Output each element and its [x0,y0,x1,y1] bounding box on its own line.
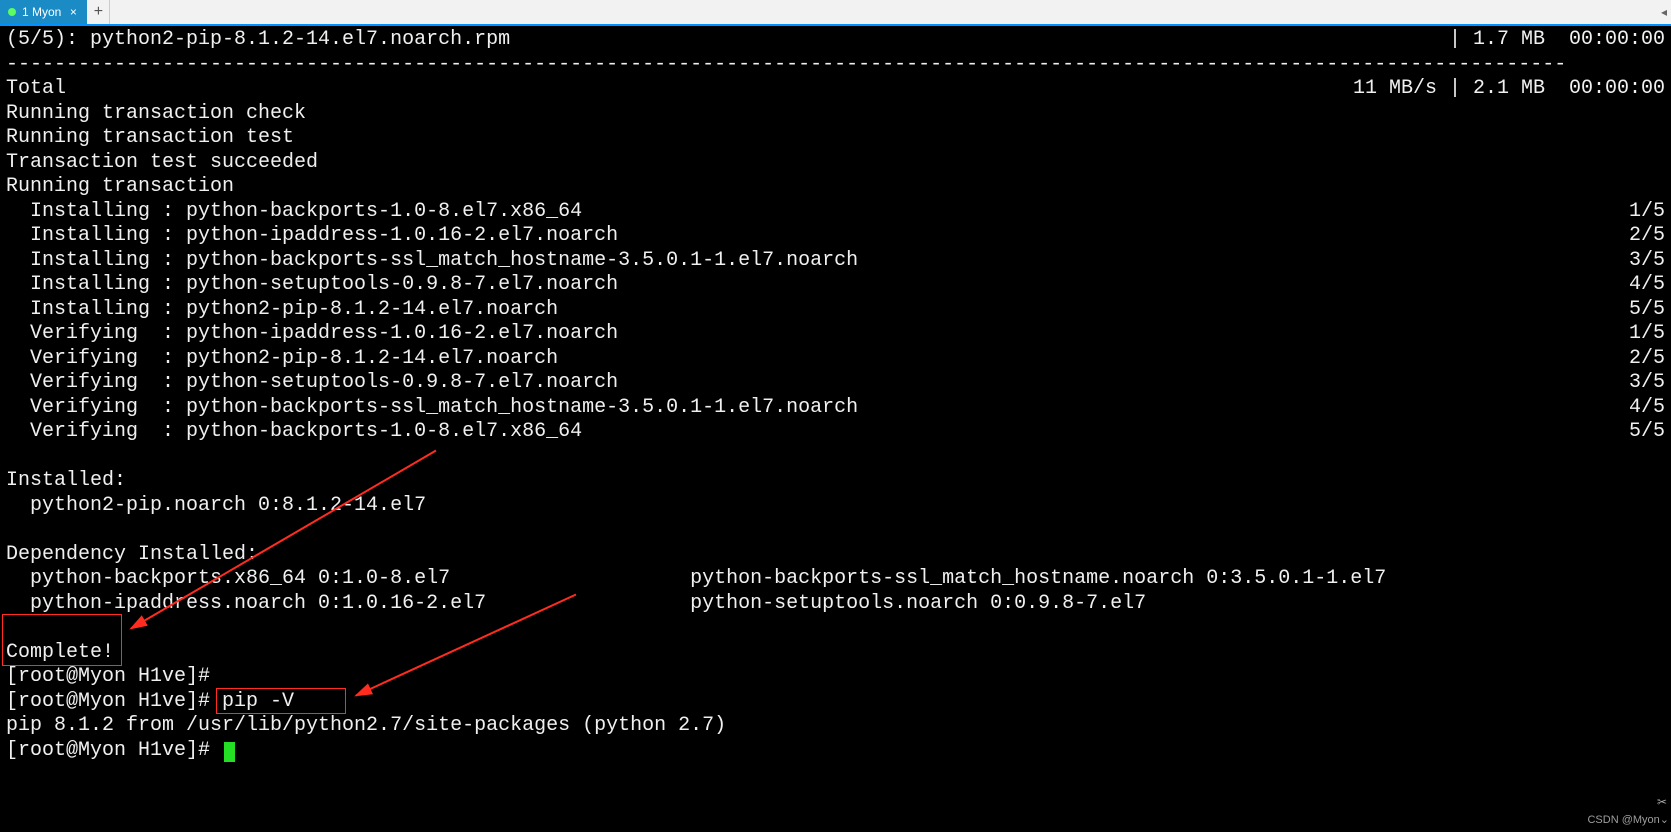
total-stats: 11 MB/s | 2.1 MB 00:00:00 [1353,77,1665,102]
verifying-line-2: Verifying : python-setuptools-0.9.8-7.el… [6,371,618,396]
dep-installed-heading: Dependency Installed: [6,543,1665,568]
new-tab-button[interactable]: + [87,0,110,24]
scissors-icon: ✂ [1657,790,1667,815]
tab-myon[interactable]: 1 Myon × [0,0,87,24]
verifying-line-1: Verifying : python2-pip-8.1.2-14.el7.noa… [6,347,558,372]
transaction-status-0: Running transaction check [6,102,1665,127]
complete-text: Complete! [6,641,1665,666]
installing-count-4: 5/5 [1629,298,1665,323]
dep-installed-row-0: python-backports.x86_64 0:1.0-8.el7 pyth… [6,567,1665,592]
transaction-status-2: Transaction test succeeded [6,151,1665,176]
verifying-count-0: 1/5 [1629,322,1665,347]
installing-count-2: 3/5 [1629,249,1665,274]
verifying-count-2: 3/5 [1629,371,1665,396]
installed-heading: Installed: [6,469,1665,494]
verifying-count-3: 4/5 [1629,396,1665,421]
installing-count-3: 4/5 [1629,273,1665,298]
pip-version-output: pip 8.1.2 from /usr/lib/python2.7/site-p… [6,714,1665,739]
total-label: Total [6,77,66,102]
terminal-area[interactable]: (5/5): python2-pip-8.1.2-14.el7.noarch.r… [0,26,1671,832]
verifying-line-3: Verifying : python-backports-ssl_match_h… [6,396,858,421]
pip-version-command: [root@Myon H1ve]# pip -V [6,690,1665,715]
installed-package: python2-pip.noarch 0:8.1.2-14.el7 [6,494,1665,519]
installing-line-4: Installing : python2-pip-8.1.2-14.el7.no… [6,298,558,323]
download-progress: (5/5): python2-pip-8.1.2-14.el7.noarch.r… [6,28,510,53]
installing-line-2: Installing : python-backports-ssl_match_… [6,249,858,274]
transaction-status-3: Running transaction [6,175,1665,200]
transaction-status-1: Running transaction test [6,126,1665,151]
cursor-icon [224,742,235,762]
installing-line-3: Installing : python-setuptools-0.9.8-7.e… [6,273,618,298]
verifying-line-4: Verifying : python-backports-1.0-8.el7.x… [6,420,582,445]
installing-line-1: Installing : python-ipaddress-1.0.16-2.e… [6,224,618,249]
connection-indicator-icon [8,8,16,16]
blank-line-1 [6,518,1665,543]
blank-line-2 [6,616,1665,641]
verifying-line-0: Verifying : python-ipaddress-1.0.16-2.el… [6,322,618,347]
tab-overflow-button[interactable]: ◂ [1661,0,1667,24]
close-icon[interactable]: × [67,6,79,18]
verifying-count-4: 5/5 [1629,420,1665,445]
download-stats: | 1.7 MB 00:00:00 [1449,28,1665,53]
installing-line-0: Installing : python-backports-1.0-8.el7.… [6,200,582,225]
shell-prompt-active[interactable]: [root@Myon H1ve]# [6,739,1665,764]
separator-line: ----------------------------------------… [6,53,1665,78]
tab-bar: 1 Myon × + ◂ [0,0,1671,26]
tab-label: 1 Myon [22,0,61,24]
installing-count-1: 2/5 [1629,224,1665,249]
dep-installed-row-1: python-ipaddress.noarch 0:1.0.16-2.el7 p… [6,592,1665,617]
shell-prompt-1: [root@Myon H1ve]# [6,665,1665,690]
verifying-count-1: 2/5 [1629,347,1665,372]
installing-count-0: 1/5 [1629,200,1665,225]
blank-line-0 [6,445,1665,470]
